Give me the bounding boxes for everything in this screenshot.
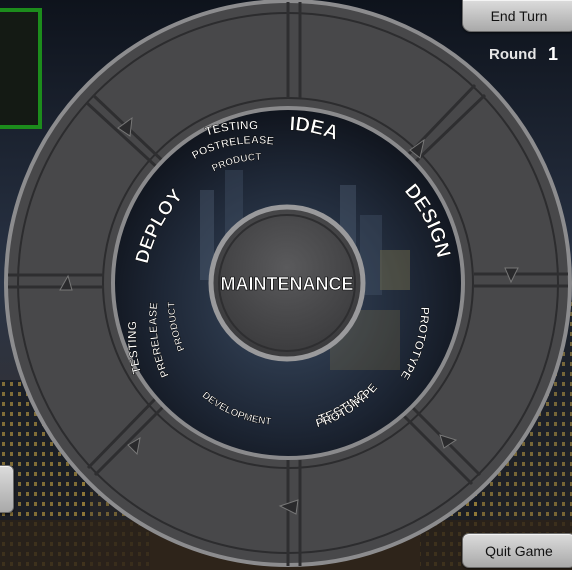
maintenance-label: MAINTENANCE	[221, 274, 354, 294]
side-panel-tab[interactable]	[0, 465, 14, 513]
quit-game-button[interactable]: Quit Game	[462, 533, 572, 568]
round-label: Round	[489, 46, 537, 63]
end-turn-button[interactable]: End Turn	[462, 0, 572, 32]
sdlc-wheel: MAINTENANCE IDEA DESIGN PROTOTYPE TESTIN…	[4, 0, 572, 567]
round-value: 1	[548, 44, 559, 64]
